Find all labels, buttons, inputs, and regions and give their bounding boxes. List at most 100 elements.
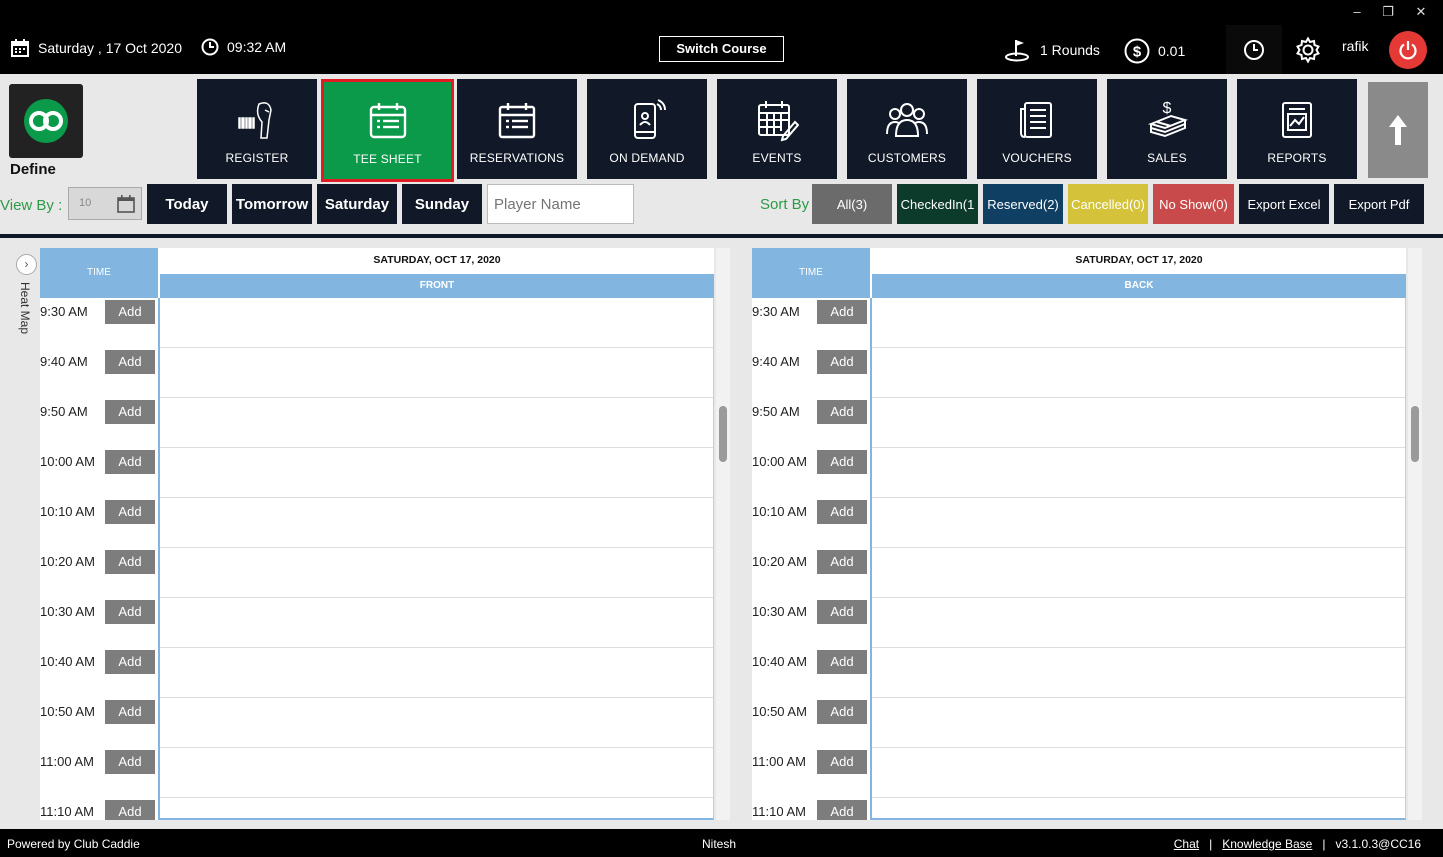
add-booking-button[interactable]: Add (817, 400, 867, 424)
day-tomorrow-button[interactable]: Tomorrow (232, 184, 312, 224)
sort-cancelled-button[interactable]: Cancelled(0) (1068, 184, 1148, 224)
tee-time-grid[interactable] (158, 298, 714, 820)
add-booking-button[interactable]: Add (817, 750, 867, 774)
settings-button[interactable] (1294, 36, 1330, 64)
time-clock-button[interactable] (1226, 25, 1282, 74)
add-booking-button[interactable]: Add (105, 750, 155, 774)
add-booking-button[interactable]: Add (105, 500, 155, 524)
slot-row-divider (160, 647, 713, 648)
slot-time-label: 10:50 AM (40, 704, 95, 719)
add-booking-button[interactable]: Add (817, 650, 867, 674)
slot-row-divider (160, 547, 713, 548)
add-booking-button[interactable]: Add (817, 300, 867, 324)
calendar-picker-icon[interactable] (115, 193, 137, 215)
close-button[interactable]: ✕ (1410, 4, 1432, 20)
slot-time-label: 10:00 AM (40, 454, 95, 469)
nav-tee-sheet[interactable]: TEE SHEET (321, 79, 454, 182)
view-by-interval-input[interactable]: 10 (68, 187, 142, 220)
heatmap-label[interactable]: Heat Map (18, 282, 32, 334)
day-saturday-button[interactable]: Saturday (317, 184, 397, 224)
add-booking-button[interactable]: Add (817, 550, 867, 574)
nav-label: CUSTOMERS (867, 151, 947, 165)
add-booking-button[interactable]: Add (105, 650, 155, 674)
scroll-up-button[interactable] (1368, 82, 1428, 178)
front-panel-scrollbar[interactable] (716, 248, 730, 820)
power-button[interactable] (1389, 31, 1427, 69)
view-by-value: 10 (79, 197, 92, 209)
nav-reports[interactable]: REPORTS (1237, 79, 1357, 179)
rounds-text: 1 Rounds (1040, 42, 1100, 58)
add-booking-button[interactable]: Add (105, 300, 155, 324)
current-date: Saturday , 17 Oct 2020 (10, 38, 182, 58)
player-name-input[interactable] (487, 184, 634, 224)
on-demand-phone-icon (634, 99, 666, 139)
export-excel-button[interactable]: Export Excel (1239, 184, 1329, 224)
slot-time-label: 10:40 AM (752, 654, 807, 669)
add-booking-button[interactable]: Add (105, 700, 155, 724)
sort-noshow-button[interactable]: No Show(0) (1153, 184, 1234, 224)
export-pdf-button[interactable]: Export Pdf (1334, 184, 1424, 224)
add-booking-button[interactable]: Add (105, 600, 155, 624)
add-booking-button[interactable]: Add (105, 450, 155, 474)
sort-all-button[interactable]: All(3) (812, 184, 892, 224)
balance-text: 0.01 (1158, 43, 1186, 59)
add-booking-button[interactable]: Add (817, 600, 867, 624)
tee-sheet-front-panel: TIME SATURDAY, OCT 17, 2020 FRONT 9:30 A… (40, 248, 714, 820)
minimize-button[interactable]: – (1346, 4, 1368, 19)
username[interactable]: rafik (1342, 38, 1368, 54)
day-sunday-button[interactable]: Sunday (402, 184, 482, 224)
slot-time-label: 11:10 AM (752, 804, 806, 819)
slot-time-label: 10:20 AM (40, 554, 95, 569)
nav-label: SALES (1147, 151, 1187, 165)
nav-register[interactable]: REGISTER (197, 79, 317, 179)
slot-time-label: 9:30 AM (40, 304, 88, 319)
sort-checkedin-button[interactable]: CheckedIn(1 (897, 184, 978, 224)
chat-link[interactable]: Chat (1174, 837, 1199, 851)
powered-by-text: Powered by Club Caddie (7, 837, 140, 851)
nav-reservations[interactable]: RESERVATIONS (457, 79, 577, 179)
panel-date-header: SATURDAY, OCT 17, 2020 (872, 248, 1406, 273)
slot-row-divider (872, 797, 1405, 798)
balance: $ 0.01 (1124, 38, 1185, 64)
nav-on-demand[interactable]: ON DEMAND (587, 79, 707, 179)
add-booking-button[interactable]: Add (105, 400, 155, 424)
switch-course-button[interactable]: Switch Course (659, 36, 784, 62)
slot-time-label: 10:00 AM (752, 454, 807, 469)
slot-row-divider (160, 397, 713, 398)
tee-time-grid[interactable] (870, 298, 1406, 820)
reports-icon (1282, 102, 1312, 138)
slot-time-label: 9:50 AM (752, 404, 800, 419)
nav-events[interactable]: EVENTS (717, 79, 837, 179)
day-today-button[interactable]: Today (147, 184, 227, 224)
top-bar: – ❐ ✕ Saturday , 17 Oct 2020 09:32 AM Sw… (0, 0, 1443, 74)
footer-separator: | (1322, 837, 1326, 851)
add-booking-button[interactable]: Add (817, 700, 867, 724)
nav-customers[interactable]: CUSTOMERS (847, 79, 967, 179)
knowledge-base-link[interactable]: Knowledge Base (1222, 837, 1312, 851)
add-booking-button[interactable]: Add (817, 350, 867, 374)
scroll-thumb[interactable] (1411, 406, 1419, 462)
add-booking-button[interactable]: Add (817, 450, 867, 474)
golf-flag-icon (1005, 40, 1029, 62)
slot-row-divider (160, 747, 713, 748)
add-booking-button[interactable]: Add (105, 800, 155, 820)
slot-time-label: 11:00 AM (752, 754, 806, 769)
heatmap-expand-button[interactable]: › (16, 254, 37, 275)
nav-vouchers[interactable]: VOUCHERS (977, 79, 1097, 179)
add-booking-button[interactable]: Add (817, 800, 867, 820)
scroll-thumb[interactable] (719, 406, 727, 462)
dollar-icon: $ (1124, 38, 1150, 64)
back-panel-scrollbar[interactable] (1408, 248, 1422, 820)
version-text: v3.1.0.3@CC16 (1335, 837, 1421, 851)
nav-label: EVENTS (752, 151, 802, 165)
restore-button[interactable]: ❐ (1377, 4, 1399, 20)
add-booking-button[interactable]: Add (817, 500, 867, 524)
tee-sheet-back-panel: TIME SATURDAY, OCT 17, 2020 BACK 9:30 AM… (752, 248, 1406, 820)
sort-reserved-button[interactable]: Reserved(2) (983, 184, 1063, 224)
add-booking-button[interactable]: Add (105, 350, 155, 374)
add-booking-button[interactable]: Add (105, 550, 155, 574)
club-logo[interactable] (9, 84, 83, 158)
events-calendar-icon (758, 101, 799, 142)
footer-separator: | (1209, 837, 1213, 851)
nav-sales[interactable]: $ SALES (1107, 79, 1227, 179)
